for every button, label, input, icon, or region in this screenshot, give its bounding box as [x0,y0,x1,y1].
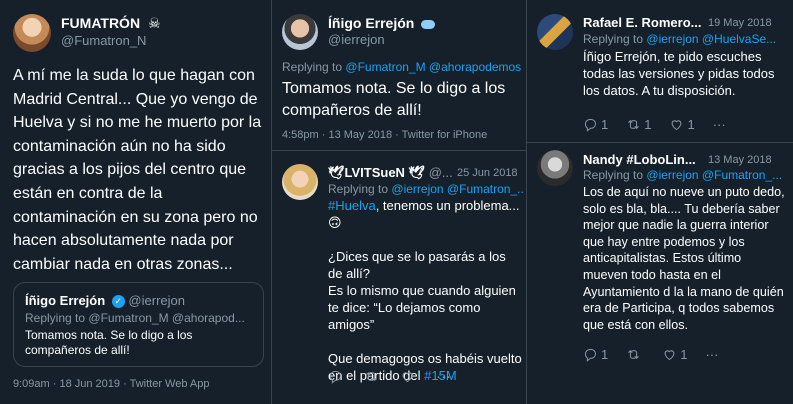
reply-button[interactable]: 1 [583,347,608,362]
author-name[interactable]: Íñigo Errejón [328,15,436,31]
reply-icon [329,371,341,384]
avatar-lvitsuen[interactable] [282,164,318,200]
heart-icon [402,372,413,383]
author-name[interactable]: FUMATRÓN ☠ [61,15,161,32]
tweet-meta: 4:58pm · 13 May 2018 · Twitter for iPhon… [282,129,488,141]
replying-prefix: Replying to [583,168,644,182]
more-icon: ··· [712,117,726,132]
reply-date[interactable]: 25 Jun 2018 [457,167,518,179]
cloud-icon [421,19,436,29]
author-handle[interactable]: @Fumatron_N [61,33,146,48]
reply-author-name[interactable]: Nandy #LoboLin... [583,152,696,167]
retweet-button[interactable] [626,347,644,362]
reply-author-name[interactable]: Rafael E. Romero... [583,15,701,30]
reply-header: 🕊LVITSueN 🕊 @... [328,165,453,181]
more-icon: ··· [436,368,451,385]
reply-actions: 1 1 ··· [583,347,736,362]
reply-icon [584,119,596,132]
reply-header: Rafael E. Romero... [583,15,701,30]
skull-icon: ☠ [147,15,161,31]
reply-text: Íñigo Errejón, te pido escuches todas la… [583,49,775,98]
tweet-panel-fumatron: FUMATRÓN ☠ @Fumatron_N A mí me la suda l… [0,0,271,404]
more-button[interactable]: ··· [436,368,451,385]
replying-prefix: Replying to [25,311,86,325]
retweet-icon [366,372,377,381]
verified-icon: ✓ [111,295,125,309]
quote-author-name: Íñigo Errejón [25,293,106,308]
replying-prefix: Replying to [282,60,343,74]
reply-count: 1 [601,347,609,362]
reply-button[interactable]: 1 [583,117,608,132]
like-count: 1 [687,117,695,132]
divider [527,142,793,143]
author-handle[interactable]: @ierrejon [328,32,385,47]
retweet-button[interactable]: 1 [626,117,651,132]
author-name-text: FUMATRÓN [61,15,141,31]
reply-author-name[interactable]: 🕊LVITSueN 🕊 [328,165,425,180]
reply-text: Los de aquí no nueve un puto dedo, solo … [583,185,785,332]
more-icon: ··· [705,347,719,362]
divider [272,150,526,151]
reply-paragraph-2: ¿Dices que se lo pasarás a los de allí? … [328,249,516,332]
avatar-fumatron[interactable] [13,14,51,52]
tweet-text: Tomamos nota. Se lo digo a los compañero… [282,80,506,119]
replying-to-handles[interactable]: @ierrejon @HuelvaSe... [646,32,776,46]
like-button[interactable]: 1 [662,347,687,362]
retweet-count: 1 [644,117,652,132]
quoted-tweet[interactable]: Íñigo Errejón ✓ @ierrejon Replying to @F… [13,282,264,367]
reply-author-handle[interactable]: @... [429,165,453,180]
hashtag-huelva[interactable]: #Huelva [328,198,376,213]
reply-replying-to: Replying to @ierrejon @Fumatron_... [328,182,523,196]
replying-to-handles[interactable]: @ierrejon @Fumatron_... [391,182,523,196]
avatar-rafael[interactable] [537,14,573,50]
heart-icon [664,350,675,361]
reply-header: Nandy #LoboLin... [583,152,696,167]
reply-date[interactable]: 19 May 2018 [708,17,772,29]
tweet-panel-errejon: Íñigo Errejón @ierrejon Replying to @Fum… [271,0,526,404]
reply-replying-to: Replying to @ierrejon @Fumatron_... [583,168,788,182]
reply-actions: 1 1 1 ··· [583,117,744,132]
replies-panel: Rafael E. Romero... 19 May 2018 Replying… [526,0,793,404]
avatar-errejon[interactable] [282,14,318,50]
replying-prefix: Replying to [328,182,389,196]
reply-actions: ··· [328,368,469,385]
like-button[interactable] [400,369,418,384]
replying-to-handles[interactable]: @ierrejon @Fumatron_... [646,168,782,182]
reply-button[interactable] [328,369,346,384]
more-button[interactable]: ··· [705,347,718,362]
quote-replying-to: @Fumatron_M @ahorapod... [88,311,245,325]
retweet-button[interactable] [364,369,382,384]
replying-prefix: Replying to [583,32,644,46]
heart-icon [672,120,682,131]
avatar-nandy[interactable] [537,150,573,186]
like-button[interactable]: 1 [669,117,695,132]
tweet-meta: 9:09am · 18 Jun 2019 · Twitter Web App [13,378,210,390]
retweet-icon [628,350,640,359]
reply-icon [584,349,596,362]
quote-text: Tomamos nota. Se lo digo a los compañero… [25,328,193,357]
tweet-text: A mí me la suda lo que hagan con Madrid … [13,67,262,273]
reply-date[interactable]: 13 May 2018 [708,154,772,166]
replying-to-line: Replying to @Fumatron_M @ahorapodemos [282,60,521,74]
replying-to-handles[interactable]: @Fumatron_M @ahorapodemos [345,60,521,74]
like-count: 1 [680,347,688,362]
author-name-text: Íñigo Errejón [328,15,415,31]
retweet-icon [628,120,640,129]
reply-replying-to: Replying to @ierrejon @HuelvaSe... [583,32,788,46]
reply-count: 1 [601,117,609,132]
quote-author-handle: @ierrejon [128,293,185,308]
more-button[interactable]: ··· [713,117,726,132]
reply-text: #Huelva, tenemos un problema... 🙃 ¿Dices… [328,197,523,384]
